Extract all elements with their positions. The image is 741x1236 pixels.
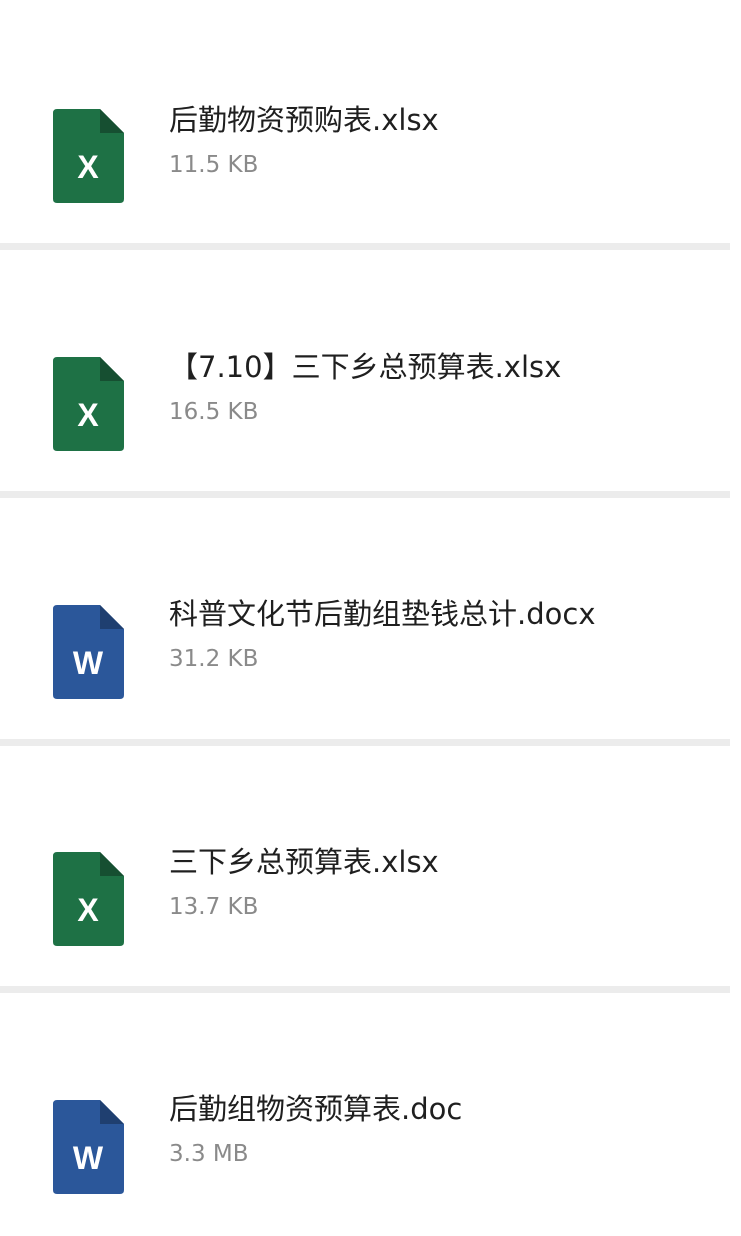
svg-text:X: X: [77, 149, 99, 185]
file-size: 3.3 MB: [169, 1141, 249, 1167]
file-name: 后勤组物资预算表.doc: [169, 1092, 463, 1126]
file-size: 16.5 KB: [169, 399, 259, 425]
divider: [0, 243, 730, 250]
file-name: 【7.10】三下乡总预算表.xlsx: [169, 350, 562, 384]
file-item[interactable]: W 后勤组物资预算表.doc 3.3 MB: [0, 993, 741, 1236]
file-size: 13.7 KB: [169, 894, 259, 920]
file-item[interactable]: W 科普文化节后勤组垫钱总计.docx 31.2 KB: [0, 498, 741, 741]
svg-text:X: X: [77, 892, 99, 928]
excel-file-icon: X: [53, 109, 124, 203]
file-name: 三下乡总预算表.xlsx: [169, 845, 439, 879]
excel-file-icon: X: [53, 357, 124, 451]
svg-text:W: W: [73, 645, 104, 681]
svg-text:W: W: [73, 1140, 104, 1176]
svg-text:X: X: [77, 397, 99, 433]
file-item[interactable]: X 三下乡总预算表.xlsx 13.7 KB: [0, 746, 741, 989]
divider: [0, 739, 730, 746]
file-item[interactable]: X 【7.10】三下乡总预算表.xlsx 16.5 KB: [0, 250, 741, 493]
file-size: 11.5 KB: [169, 152, 259, 178]
divider: [0, 491, 730, 498]
file-name: 后勤物资预购表.xlsx: [169, 103, 439, 137]
file-name: 科普文化节后勤组垫钱总计.docx: [169, 597, 596, 631]
excel-file-icon: X: [53, 852, 124, 946]
file-item[interactable]: X 后勤物资预购表.xlsx 11.5 KB: [0, 0, 741, 243]
divider: [0, 986, 730, 993]
word-file-icon: W: [53, 605, 124, 699]
file-size: 31.2 KB: [169, 646, 259, 672]
word-file-icon: W: [53, 1100, 124, 1194]
